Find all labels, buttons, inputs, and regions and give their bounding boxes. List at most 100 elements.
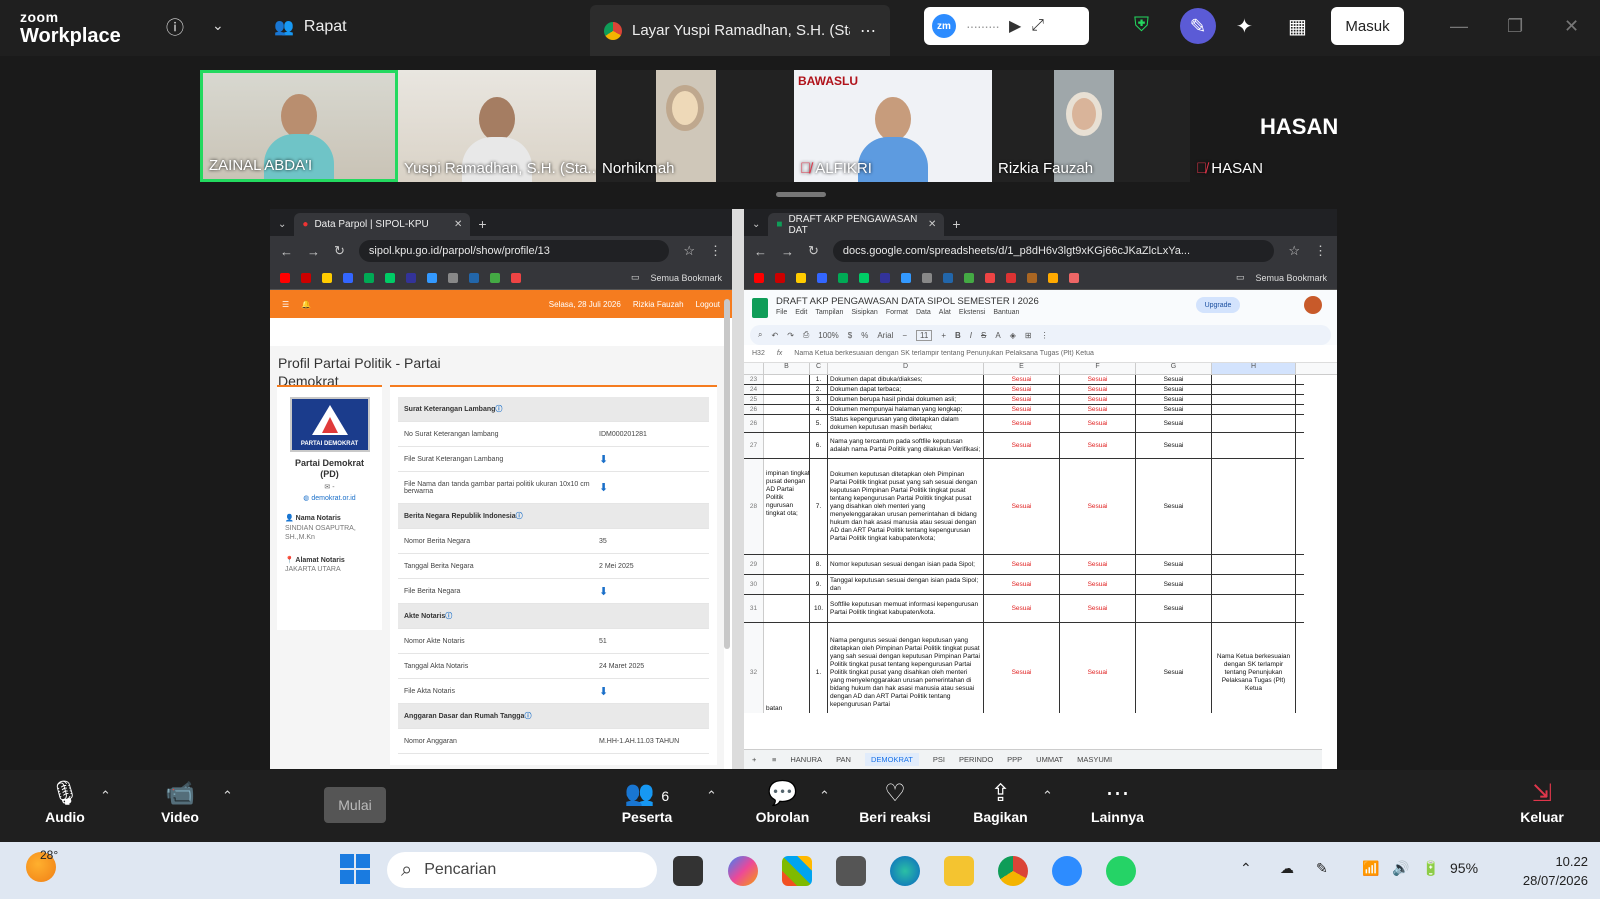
bookmarks-label[interactable]: Semua Bookmark — [1255, 273, 1327, 283]
cell-status[interactable]: Sesuai — [1060, 395, 1136, 404]
cell-status[interactable]: Sesuai — [1136, 385, 1212, 394]
bookmark-icon[interactable] — [490, 272, 500, 283]
more-options-icon[interactable]: ⋯ — [860, 21, 876, 41]
download-icon[interactable]: ⬇ — [599, 585, 608, 598]
forward-icon[interactable]: → — [307, 244, 320, 259]
text-color-icon[interactable]: A — [995, 331, 1000, 340]
doc-title[interactable]: DRAFT AKP PENGAWASAN DATA SIPOL SEMESTER… — [776, 296, 1039, 307]
close-icon[interactable]: ✕ — [1564, 16, 1579, 37]
cell-no[interactable]: 10. — [810, 595, 828, 622]
cell-status[interactable]: Sesuai — [1136, 575, 1212, 594]
cell-criteria[interactable]: Tanggal keputusan sesuai dengan isian pa… — [828, 575, 984, 594]
ai-companion-icon[interactable]: ✎ — [1180, 8, 1216, 44]
task-view-icon[interactable] — [673, 856, 703, 886]
sheet-tab[interactable]: MASYUMI — [1077, 755, 1112, 764]
cell-no[interactable]: 9. — [810, 575, 828, 594]
cell-b[interactable] — [764, 623, 810, 713]
cell-criteria[interactable]: Nama yang tercantum pada softfile keputu… — [828, 433, 984, 458]
scrollbar[interactable] — [724, 299, 730, 649]
bookmark-icon[interactable] — [880, 272, 890, 283]
bookmark-icon[interactable] — [901, 272, 911, 283]
cell-status[interactable]: Sesuai — [1060, 405, 1136, 414]
plus-icon[interactable]: + — [941, 331, 946, 340]
bookmark-icon[interactable] — [985, 272, 995, 283]
cell-note[interactable] — [1212, 405, 1296, 414]
minimize-icon[interactable]: — — [1450, 16, 1468, 37]
add-sheet-icon[interactable]: + — [752, 755, 756, 764]
merged-cell-label[interactable]: batan — [766, 705, 782, 712]
cell-criteria[interactable]: Nama pengurus sesuai dengan keputusan ya… — [828, 623, 984, 713]
cell-reference[interactable]: H32 — [752, 350, 765, 357]
bookmark-icon[interactable] — [343, 272, 353, 283]
copilot-icon[interactable] — [728, 856, 758, 886]
cell-b[interactable] — [764, 405, 810, 414]
cell-note[interactable]: Nama Ketua berkesuaian dengan SK terlamp… — [1212, 623, 1296, 713]
bookmark-icon[interactable] — [1048, 272, 1058, 283]
star-icon[interactable]: ☆ — [1288, 243, 1300, 259]
audio-options-icon[interactable]: ⌃ — [100, 788, 111, 804]
chat-options-icon[interactable]: ⌃ — [819, 788, 830, 804]
redo-icon[interactable]: ↷ — [787, 331, 794, 340]
cell-status[interactable]: Sesuai — [984, 623, 1060, 713]
formula-input[interactable]: Nama Ketua berkesuaian dengan SK terlamp… — [794, 350, 1094, 357]
cell-status[interactable]: Sesuai — [984, 395, 1060, 404]
sheet-tab[interactable]: PPP — [1007, 755, 1022, 764]
font-size-field[interactable]: 11 — [916, 329, 933, 341]
menu-insert[interactable]: Sisipkan — [851, 309, 877, 316]
cell-status[interactable]: Sesuai — [984, 555, 1060, 574]
cell-note[interactable] — [1212, 395, 1296, 404]
bookmark-icon[interactable] — [1006, 272, 1016, 283]
column-header[interactable]: D — [828, 363, 984, 374]
chevron-down-icon[interactable]: ⌄ — [212, 17, 224, 34]
back-icon[interactable]: ← — [280, 244, 293, 259]
cell-no[interactable]: 5. — [810, 415, 828, 432]
currency-icon[interactable]: $ — [848, 331, 852, 340]
table-row[interactable]: 26 5. Status kepengurusan yang ditetapkan … — [744, 415, 1304, 433]
expand-icon[interactable]: ⤢ — [1031, 17, 1044, 35]
cell-criteria[interactable]: Dokumen dapat terbaca; — [828, 385, 984, 394]
cell-b[interactable] — [764, 433, 810, 458]
participant-tile[interactable]: Norhikmah — [596, 70, 794, 182]
bookmarks-label[interactable]: Semua Bookmark — [650, 273, 722, 283]
url-field[interactable]: sipol.kpu.go.id/parpol/show/profile/13 — [358, 240, 670, 262]
table-row[interactable]: 30 9. Tanggal keputusan sesuai dengan isia… — [744, 575, 1304, 595]
forward-icon[interactable]: → — [781, 244, 794, 259]
spreadsheet-grid[interactable]: 23 1. Dokumen dapat dibuka/diakses; Sesuai S… — [744, 375, 1337, 713]
cell-criteria[interactable]: Softfile keputusan memuat informasi kepe… — [828, 595, 984, 622]
bell-icon[interactable]: 🔔 — [301, 300, 311, 309]
cell-no[interactable]: 1. — [810, 623, 828, 713]
star-icon[interactable]: ☆ — [683, 243, 695, 259]
cell-no[interactable]: 4. — [810, 405, 828, 414]
sparkle-icon[interactable]: ✦ — [1236, 14, 1253, 39]
file-explorer-icon[interactable] — [944, 856, 974, 886]
cell-b[interactable] — [764, 555, 810, 574]
video-button[interactable]: 📹 Video — [155, 779, 205, 825]
sheet-tab[interactable]: HANURA — [790, 755, 822, 764]
menu-icon[interactable]: ⋮ — [709, 243, 722, 259]
video-options-icon[interactable]: ⌃ — [222, 788, 233, 804]
header-user[interactable]: Rizkia Fauzah — [633, 300, 684, 309]
participant-tile[interactable]: Rizkia Fauzah — [992, 70, 1190, 182]
menu-tools[interactable]: Alat — [939, 309, 951, 316]
bookmark-icon[interactable] — [838, 272, 848, 283]
column-header[interactable]: E — [984, 363, 1060, 374]
minus-icon[interactable]: − — [902, 331, 907, 340]
close-tab-icon[interactable]: ✕ — [454, 219, 462, 230]
battery-icon[interactable]: 🔋 — [1422, 860, 1439, 877]
info-icon[interactable]: ⓘ — [166, 14, 184, 40]
share-button[interactable]: ⇪ Bagikan — [968, 779, 1033, 825]
column-header[interactable]: B — [764, 363, 810, 374]
reload-icon[interactable]: ↻ — [334, 243, 345, 259]
share-options-icon[interactable]: ⌃ — [1042, 788, 1053, 804]
column-header[interactable]: G — [1136, 363, 1212, 374]
bookmark-icon[interactable] — [469, 272, 479, 283]
reload-icon[interactable]: ↻ — [808, 243, 819, 259]
bookmark-icon[interactable] — [427, 272, 437, 283]
more-button[interactable]: ⋯ Lainnya — [1080, 779, 1155, 825]
participants-button[interactable]: 👥 6 Peserta — [612, 779, 682, 825]
cell-criteria[interactable]: Dokumen mempunyai halaman yang lengkap; — [828, 405, 984, 414]
bookmark-icon[interactable] — [385, 272, 395, 283]
participant-tile[interactable]: Yuspi Ramadhan, S.H. (Sta... — [398, 70, 596, 182]
cell-criteria[interactable]: Nomor keputusan sesuai dengan isian pada… — [828, 555, 984, 574]
cell-b[interactable] — [764, 395, 810, 404]
